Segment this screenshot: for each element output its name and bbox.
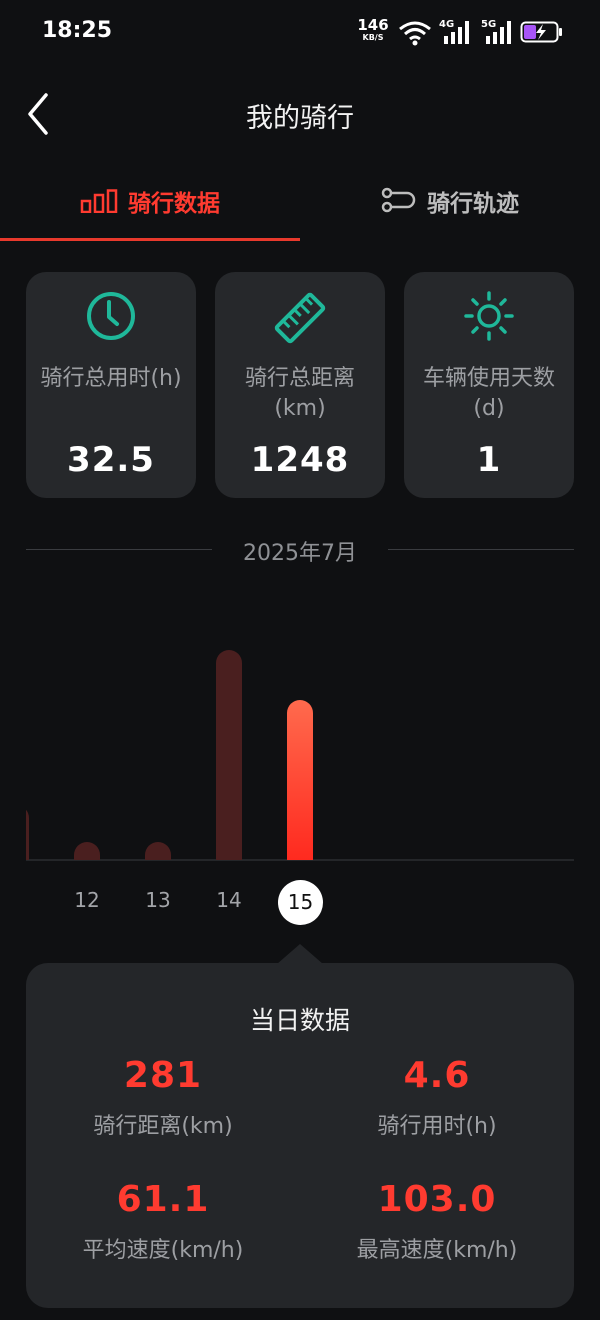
ride-time-stat: 4.6 骑行用时(h) [300, 1055, 574, 1140]
month-label[interactable]: 2025年7月 [0, 535, 600, 567]
tab-ride-data-label: 骑行数据 [128, 191, 220, 217]
status-bar: 18:25 146 KB/S 4G 5G [0, 0, 600, 64]
month-divider: 2025年7月 [0, 532, 600, 566]
ride-time-label: 骑行用时(h) [377, 1114, 497, 1139]
network-speed-unit: KB/S [362, 33, 384, 42]
status-time: 18:25 [42, 18, 113, 43]
sun-icon [464, 291, 514, 341]
bar-11[interactable] [3, 805, 29, 860]
bar-12[interactable] [74, 842, 100, 860]
ruler-icon [274, 292, 326, 344]
signal-5g-icon: 5G [481, 19, 511, 44]
signal-4g-label: 4G [439, 19, 454, 30]
network-speed: 146 KB/S [356, 18, 390, 42]
battery-charging-icon [520, 21, 562, 43]
bar-15[interactable] [287, 700, 313, 860]
max-speed-stat: 103.0 最高速度(km/h) [300, 1179, 574, 1264]
divider-line-right [388, 549, 574, 550]
x-label-12[interactable]: 12 [62, 888, 112, 912]
ride-time-value: 4.6 [403, 1055, 471, 1096]
panel-pointer [277, 944, 323, 964]
chart-canvas [0, 600, 600, 870]
daily-data-panel: 当日数据 281 骑行距离(km) 4.6 骑行用时(h) 61.1 平均速度(… [26, 963, 574, 1308]
bar-14[interactable] [216, 650, 242, 860]
ride-distance-value: 281 [123, 1055, 203, 1096]
x-label-14[interactable]: 14 [204, 888, 254, 912]
max-speed-label: 最高速度(km/h) [356, 1238, 518, 1263]
average-speed-value: 61.1 [116, 1179, 210, 1220]
app-header: 我的骑行 [0, 70, 600, 154]
total-ride-time-value: 32.5 [67, 440, 155, 480]
x-label-13[interactable]: 13 [133, 888, 183, 912]
tab-ride-track[interactable]: 骑行轨迹 [300, 160, 600, 240]
total-ride-distance-card: 骑行总距离(km) 1248 [215, 272, 385, 498]
route-icon [381, 187, 416, 213]
average-speed-label: 平均速度(km/h) [82, 1238, 244, 1263]
ride-distance-stat: 281 骑行距离(km) [26, 1055, 300, 1140]
total-ride-time-label: 骑行总用时(h) [40, 366, 182, 391]
average-speed-stat: 61.1 平均速度(km/h) [26, 1179, 300, 1264]
signal-4g-icon: 4G [439, 19, 469, 44]
wifi-icon [399, 21, 431, 46]
daily-distance-chart[interactable]: 12 13 14 15 [0, 600, 600, 930]
vehicle-usage-days-card: 车辆使用天数(d) 1 [404, 272, 574, 498]
vehicle-usage-days-label: 车辆使用天数(d) [422, 366, 555, 421]
bar-13[interactable] [145, 842, 171, 860]
total-ride-distance-label: 骑行总距离(km) [244, 366, 355, 421]
active-tab-indicator [0, 238, 300, 241]
bar-chart-icon [80, 189, 118, 213]
page-title: 我的骑行 [246, 103, 354, 134]
tab-ride-track-label: 骑行轨迹 [427, 191, 519, 217]
tab-bar: 骑行数据 骑行轨迹 [0, 160, 600, 242]
tab-ride-data[interactable]: 骑行数据 [0, 160, 300, 240]
ride-distance-label: 骑行距离(km) [93, 1114, 233, 1139]
daily-data-title: 当日数据 [249, 1006, 350, 1035]
total-ride-distance-value: 1248 [250, 440, 350, 480]
signal-5g-label: 5G [481, 19, 496, 30]
x-label-selected-15[interactable]: 15 [278, 880, 323, 925]
network-speed-value: 146 [357, 16, 389, 34]
clock-icon [87, 292, 135, 340]
total-ride-time-card: 骑行总用时(h) 32.5 [26, 272, 196, 498]
vehicle-usage-days-value: 1 [476, 440, 502, 480]
max-speed-value: 103.0 [377, 1179, 497, 1220]
